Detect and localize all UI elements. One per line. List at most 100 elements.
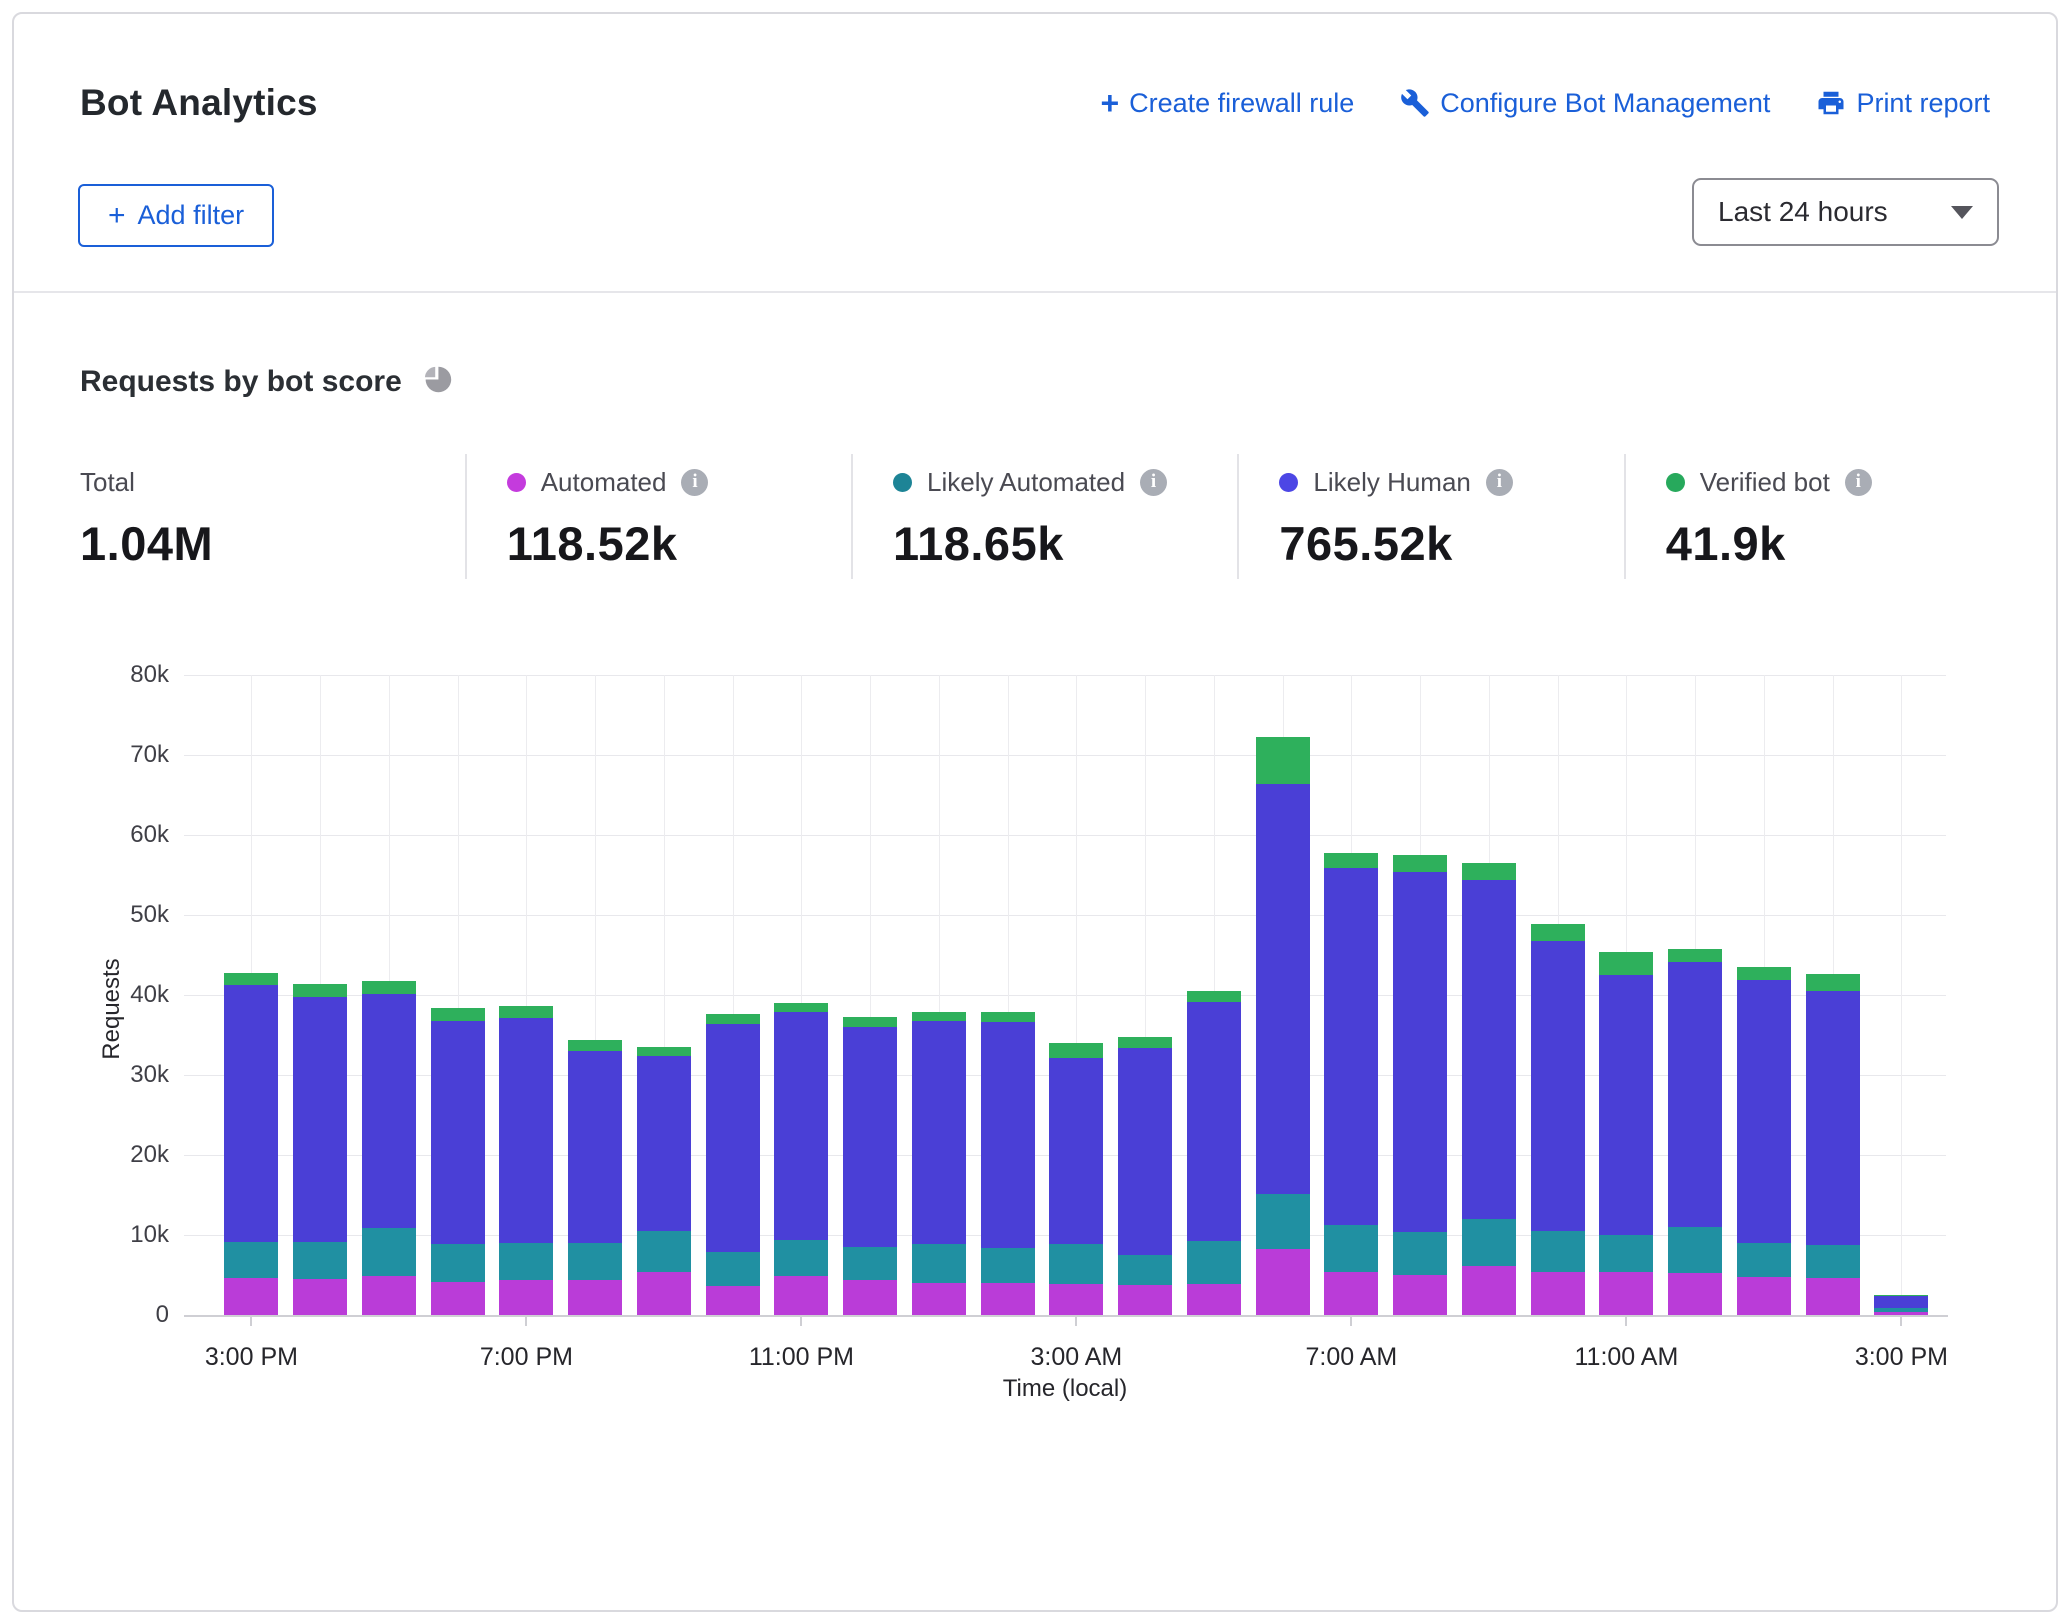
stacked-bar[interactable] bbox=[1187, 991, 1241, 1315]
x-tick-mark bbox=[525, 1317, 527, 1326]
stacked-bar[interactable] bbox=[981, 1012, 1035, 1315]
bar-segment bbox=[912, 1012, 966, 1021]
stacked-bar[interactable] bbox=[1462, 863, 1516, 1315]
info-icon[interactable]: i bbox=[1845, 469, 1872, 496]
stacked-bar[interactable] bbox=[499, 1006, 553, 1315]
x-tick-label: 7:00 AM bbox=[1306, 1343, 1398, 1372]
bar-segment bbox=[1324, 1225, 1378, 1272]
likely-human-label: Likely Human bbox=[1313, 467, 1471, 498]
bar-segment bbox=[1393, 872, 1447, 1232]
x-tick-mark bbox=[1625, 1317, 1627, 1326]
bar-segment bbox=[1806, 991, 1860, 1245]
bar-segment bbox=[362, 981, 416, 994]
stacked-bar[interactable] bbox=[912, 1012, 966, 1315]
likely-automated-dot bbox=[893, 473, 912, 492]
automated-label: Automated bbox=[541, 467, 667, 498]
verified-bot-value: 41.9k bbox=[1666, 516, 2010, 571]
bot-analytics-card: Bot Analytics + Create firewall rule Con… bbox=[12, 12, 2058, 1612]
bar-segment bbox=[1806, 974, 1860, 991]
stacked-bar[interactable] bbox=[568, 1040, 622, 1315]
printer-icon bbox=[1816, 88, 1846, 118]
bar-segment bbox=[843, 1027, 897, 1247]
bar-segment bbox=[637, 1272, 691, 1315]
stacked-bar[interactable] bbox=[843, 1017, 897, 1315]
x-tick-mark bbox=[1900, 1317, 1902, 1326]
bar-segment bbox=[1049, 1043, 1103, 1058]
stacked-bar[interactable] bbox=[637, 1047, 691, 1315]
bar-segment bbox=[1462, 880, 1516, 1219]
stacked-bar[interactable] bbox=[1668, 949, 1722, 1315]
bar-segment bbox=[1668, 1273, 1722, 1315]
bar-segment bbox=[912, 1283, 966, 1315]
stacked-bar[interactable] bbox=[1874, 1295, 1928, 1315]
bar-segment bbox=[706, 1286, 760, 1315]
plot-area bbox=[184, 675, 1946, 1315]
info-icon[interactable]: i bbox=[1140, 469, 1167, 496]
bar-segment bbox=[981, 1248, 1035, 1283]
stacked-bar[interactable] bbox=[1049, 1043, 1103, 1315]
bar-segment bbox=[1118, 1037, 1172, 1048]
bar-segment bbox=[1187, 1284, 1241, 1315]
likely-human-value: 765.52k bbox=[1279, 516, 1623, 571]
bar-segment bbox=[1599, 1272, 1653, 1315]
configure-bot-management-link[interactable]: Configure Bot Management bbox=[1400, 88, 1770, 119]
section-title: Requests by bot score bbox=[80, 365, 402, 399]
x-axis-title: Time (local) bbox=[1003, 1375, 1127, 1403]
stacked-bar[interactable] bbox=[774, 1003, 828, 1315]
summary-likely-automated: Likely Automated i 118.65k bbox=[851, 454, 1237, 579]
verified-bot-dot bbox=[1666, 473, 1685, 492]
bar-segment bbox=[224, 1278, 278, 1315]
y-tick-label: 50k bbox=[14, 901, 169, 929]
stacked-bar[interactable] bbox=[224, 973, 278, 1315]
stacked-bar[interactable] bbox=[1324, 853, 1378, 1315]
add-filter-button[interactable]: + Add filter bbox=[78, 184, 274, 247]
stacked-bar[interactable] bbox=[706, 1014, 760, 1315]
bar-segment bbox=[1256, 1194, 1310, 1249]
bar-segment bbox=[1599, 1235, 1653, 1272]
stacked-bar[interactable] bbox=[1393, 855, 1447, 1315]
bar-segment bbox=[568, 1051, 622, 1243]
gridline-h bbox=[184, 755, 1946, 756]
print-report-link[interactable]: Print report bbox=[1816, 88, 1990, 119]
stacked-bar[interactable] bbox=[431, 1008, 485, 1315]
bar-segment bbox=[1187, 991, 1241, 1002]
bar-segment bbox=[293, 1279, 347, 1315]
x-axis-line bbox=[184, 1315, 1948, 1317]
stacked-bar[interactable] bbox=[1806, 974, 1860, 1315]
bar-segment bbox=[568, 1040, 622, 1051]
total-label: Total bbox=[80, 467, 135, 498]
summary-automated: Automated i 118.52k bbox=[465, 454, 851, 579]
stacked-bar[interactable] bbox=[293, 984, 347, 1315]
bar-segment bbox=[293, 984, 347, 997]
bar-segment bbox=[1118, 1048, 1172, 1255]
stacked-bar[interactable] bbox=[1256, 737, 1310, 1315]
bar-segment bbox=[706, 1014, 760, 1024]
bar-segment bbox=[637, 1047, 691, 1056]
info-icon[interactable]: i bbox=[681, 469, 708, 496]
likely-automated-value: 118.65k bbox=[893, 516, 1237, 571]
info-icon[interactable]: i bbox=[1486, 469, 1513, 496]
gridline-v bbox=[1901, 675, 1902, 1315]
gridline-h bbox=[184, 915, 1946, 916]
bar-segment bbox=[568, 1280, 622, 1315]
stacked-bar[interactable] bbox=[1118, 1037, 1172, 1315]
time-range-select[interactable]: Last 24 hours bbox=[1692, 178, 1999, 246]
create-firewall-rule-link[interactable]: + Create firewall rule bbox=[1100, 88, 1354, 119]
bar-segment bbox=[568, 1243, 622, 1280]
stacked-bar[interactable] bbox=[1599, 952, 1653, 1315]
stacked-bar[interactable] bbox=[1737, 967, 1791, 1315]
verified-bot-label: Verified bot bbox=[1700, 467, 1830, 498]
bar-segment bbox=[1393, 1232, 1447, 1275]
bar-segment bbox=[706, 1252, 760, 1286]
bar-segment bbox=[1256, 1249, 1310, 1315]
bar-segment bbox=[774, 1240, 828, 1276]
stacked-bar[interactable] bbox=[362, 981, 416, 1315]
bar-segment bbox=[774, 1012, 828, 1240]
bar-segment bbox=[1187, 1002, 1241, 1241]
y-tick-label: 10k bbox=[14, 1221, 169, 1249]
summary-likely-human: Likely Human i 765.52k bbox=[1237, 454, 1623, 579]
x-tick-mark bbox=[800, 1317, 802, 1326]
bar-segment bbox=[499, 1280, 553, 1315]
stacked-bar[interactable] bbox=[1531, 924, 1585, 1315]
chevron-down-icon bbox=[1951, 206, 1973, 219]
